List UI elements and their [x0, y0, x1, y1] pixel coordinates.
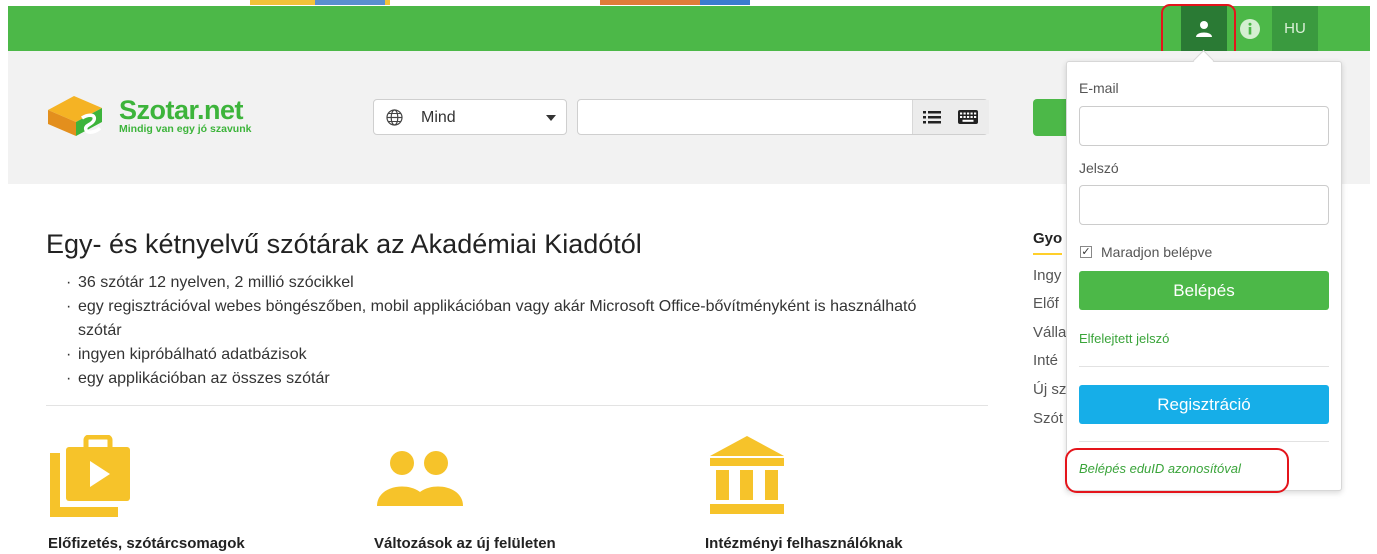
password-field[interactable]	[1079, 185, 1329, 225]
globe-icon	[386, 109, 403, 126]
remember-checkbox[interactable]: ✓	[1080, 246, 1092, 258]
chevron-down-icon	[546, 115, 556, 121]
users-icon[interactable]	[377, 450, 463, 508]
email-label: E-mail	[1079, 80, 1119, 96]
card-institutions-label[interactable]: Intézményi felhasználóknak	[705, 535, 903, 552]
logo-name[interactable]: Szotar.net	[119, 95, 244, 126]
search-tools	[912, 100, 989, 134]
sidebar-link[interactable]: Inté	[1033, 352, 1058, 369]
search-box	[577, 99, 989, 135]
institution-icon[interactable]	[710, 436, 784, 516]
divider	[46, 405, 988, 406]
search-input[interactable]	[580, 102, 914, 134]
logo-icon[interactable]	[44, 88, 108, 144]
keyboard-icon[interactable]	[958, 110, 978, 124]
feature-item: egy regisztrációval webes böngészőben, m…	[66, 295, 958, 343]
sidebar-link[interactable]: Válla	[1033, 324, 1066, 341]
sidebar-link[interactable]: Szót	[1033, 410, 1063, 427]
briefcase-play-icon[interactable]	[48, 435, 132, 519]
register-button[interactable]: Regisztráció	[1079, 385, 1329, 424]
card-changes-label[interactable]: Változások az új felületen	[374, 535, 556, 552]
feature-item: ingyen kipróbálható adatbázisok	[66, 343, 958, 367]
sidebar-heading: Gyo	[1033, 230, 1063, 255]
remember-label[interactable]: Maradjon belépve	[1101, 244, 1212, 260]
language-button[interactable]: HU	[1272, 6, 1318, 51]
info-icon	[1239, 18, 1260, 39]
page-title: Egy- és kétnyelvű szótárak az Akadémiai …	[46, 229, 642, 259]
password-label: Jelszó	[1079, 160, 1119, 176]
select-value: Mind	[421, 109, 456, 126]
sidebar-link[interactable]: Új sz	[1033, 381, 1066, 398]
login-dropdown: E-mail Jelszó ✓ Maradjon belépve Belépés…	[1066, 49, 1342, 491]
dictionary-language-select[interactable]: Mind	[373, 99, 567, 135]
email-field[interactable]	[1079, 106, 1329, 146]
divider	[1079, 441, 1329, 442]
feature-item: egy applikációban az összes szótár	[66, 367, 958, 391]
feature-list: 36 szótár 12 nyelven, 2 millió szócikkel…	[66, 271, 958, 391]
sidebar-link[interactable]: Előf	[1033, 295, 1059, 312]
list-icon[interactable]	[923, 109, 941, 125]
feature-item: 36 szótár 12 nyelven, 2 millió szócikkel	[66, 271, 958, 295]
login-button[interactable]: Belépés	[1079, 271, 1329, 310]
divider	[1079, 366, 1329, 367]
card-subscription-label[interactable]: Előfizetés, szótárcsomagok	[48, 535, 245, 552]
forgot-password-link[interactable]: Elfelejtett jelszó	[1079, 331, 1169, 346]
highlight-eduid-link	[1065, 448, 1289, 493]
sidebar-link[interactable]: Ingy	[1033, 267, 1061, 284]
logo-tagline: Mindig van egy jó szavunk	[119, 123, 252, 135]
